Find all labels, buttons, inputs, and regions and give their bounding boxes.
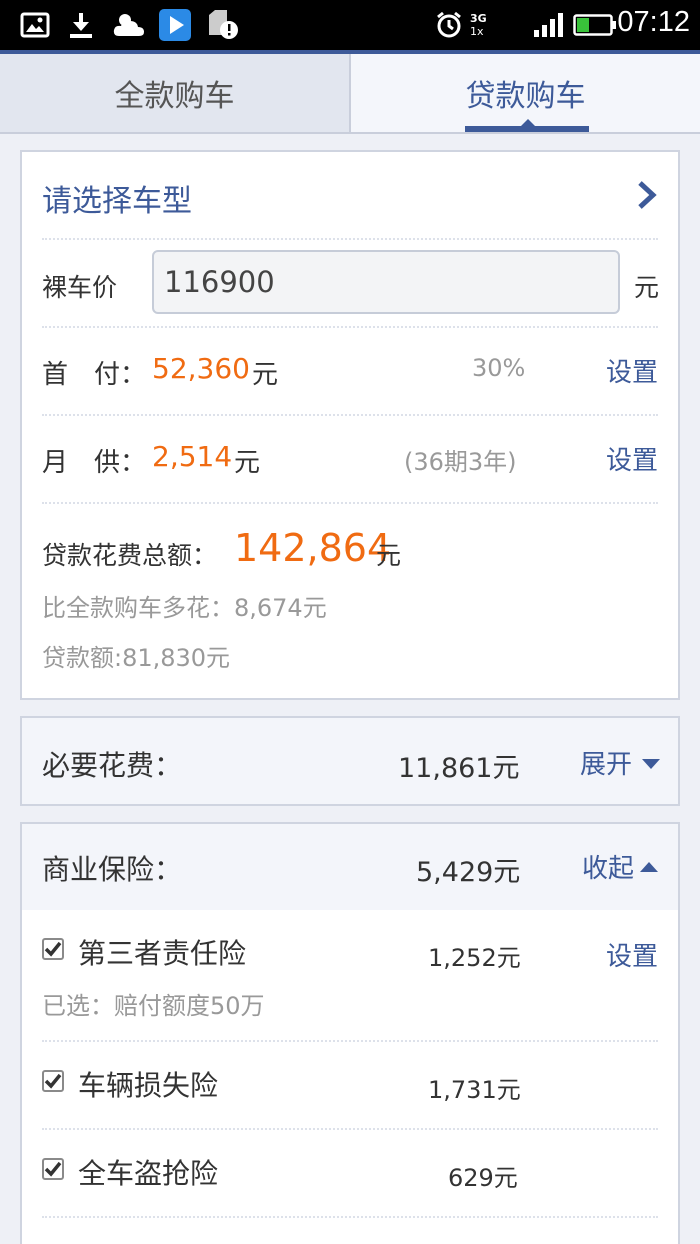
third-party-amount: 1,252元 [428,944,521,972]
gallery-icon [18,8,52,42]
loan-total-unit: 元 [376,541,402,570]
select-model-row[interactable]: 请选择车型 [42,152,658,240]
third-party-settings-button[interactable]: 设置 [606,936,658,973]
down-payment-settings-button[interactable]: 设置 [606,352,658,389]
theft-checkbox[interactable] [42,1158,64,1180]
down-payment-value: 52,360 [152,352,250,385]
status-bar: 3G 1x 07:12 [0,0,700,50]
caret-up-icon [640,858,658,877]
third-party-note: 已选：赔付额度50万 [42,992,265,1020]
alarm-icon [434,8,464,42]
bare-price-divider [42,240,658,328]
chevron-right-icon [636,180,658,214]
monthly-payment-settings-button[interactable]: 设置 [606,440,658,477]
caret-down-icon [642,756,660,775]
tab-loan-label: 贷款购车 [465,79,586,114]
network-bottom-label: 1x [470,25,484,38]
battery-icon [572,8,618,42]
theft-amount: 629元 [448,1164,518,1192]
third-party-checkbox[interactable] [42,938,64,960]
monthly-payment-row: 月 供： 2,514 元 (36期3年) 设置 [42,416,658,504]
tab-full-payment-label: 全款购车 [114,79,235,114]
down-payment-row: 首 付： 52,360 元 30% 设置 [42,328,658,416]
commercial-insurance-header[interactable]: 商业保险： 5,429元 收起 [22,824,678,910]
third-party-name: 第三者责任险 [78,937,247,970]
loan-calculator-card: 请选择车型 裸车价 元 首 付： 52,360 元 30% 设置 月 供： 2,… [20,150,680,700]
necessary-fees-header[interactable]: 必要花费： 11,861元 展开 [20,716,680,806]
insurance-item-third-party: 第三者责任险 1,252元 设置 已选：赔付额度50万 [42,910,658,1042]
signal-icon [532,8,566,42]
theft-name: 全车盗抢险 [78,1157,219,1190]
download-icon [64,8,98,42]
video-app-icon [157,8,193,42]
loan-amount-text: 贷款额:81,830元 [42,644,231,672]
down-payment-percent: 30% [472,354,526,382]
collapse-button[interactable]: 收起 [582,848,634,885]
extra-cost-text: 比全款购车多花：8,674元 [42,594,327,622]
insurance-item-theft: 全车盗抢险 629元 [42,1130,658,1218]
monthly-payment-value: 2,514 [152,440,233,473]
loan-total-value: 142,864 [234,526,392,570]
commercial-insurance-label: 商业保险： [42,853,183,886]
network-top-label: 3G [470,12,487,25]
down-payment-label: 首 付： [42,360,147,390]
tab-loan[interactable]: 贷款购车 [351,54,700,132]
network-indicator: 3G 1x [470,8,526,42]
monthly-payment-unit: 元 [234,448,261,478]
tab-full-payment[interactable]: 全款购车 [0,54,351,132]
vehicle-damage-amount: 1,731元 [428,1076,521,1104]
necessary-fees-amount: 11,861元 [398,753,520,784]
tab-active-underline [465,126,589,132]
select-model-label: 请选择车型 [42,184,192,219]
commercial-insurance-card: 商业保险： 5,429元 收起 第三者责任险 1,252元 设置 已选：赔付额度… [20,822,680,1244]
necessary-fees-label: 必要花费： [42,749,183,782]
vehicle-damage-name: 车辆损失险 [78,1069,219,1102]
sd-card-warning-icon [204,8,240,42]
expand-button[interactable]: 展开 [580,744,632,781]
weather-icon [110,8,148,42]
monthly-payment-term: (36期3年) [404,448,517,476]
vehicle-damage-checkbox[interactable] [42,1070,64,1092]
loan-total-label: 贷款花费总额： [42,541,218,570]
status-time: 07:12 [617,6,690,38]
insurance-item-vehicle-damage: 车辆损失险 1,731元 [42,1042,658,1130]
down-payment-unit: 元 [252,360,279,390]
monthly-payment-label: 月 供： [42,448,147,478]
purchase-mode-tabs: 全款购车 贷款购车 [0,54,700,134]
commercial-insurance-amount: 5,429元 [416,857,521,888]
